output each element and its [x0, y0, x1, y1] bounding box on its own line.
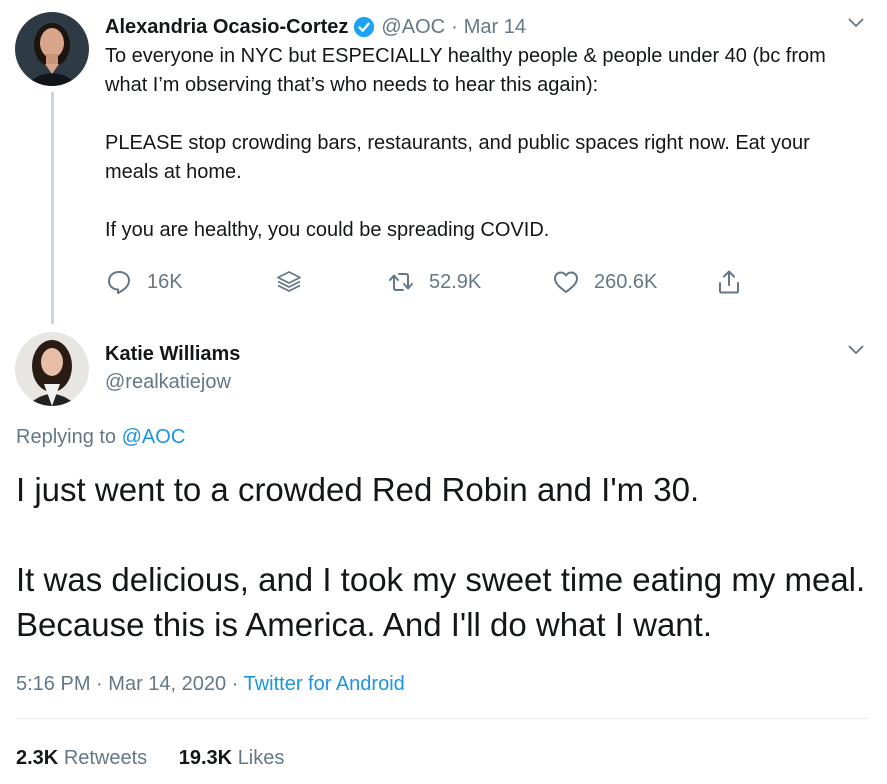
avatar[interactable] [15, 332, 89, 406]
reply-button[interactable]: 16K [105, 268, 183, 296]
tweet-paragraph: I just went to a crowded Red Robin and I… [16, 471, 700, 508]
reply-count: 16K [147, 270, 183, 293]
tweet-body: I just went to a crowded Red Robin and I… [16, 467, 866, 647]
retweets-label: Retweets [63, 747, 148, 769]
tweet-reply-header: Katie Williams @realkatiejow [105, 340, 240, 396]
likes-count: 19.3K [178, 747, 233, 769]
tweet-stats: 2.3K Retweets 19.3K Likes [16, 744, 310, 772]
replying-to: Replying to @AOC [16, 423, 185, 451]
replying-to-link[interactable]: @AOC [122, 426, 186, 448]
chevron-down-icon[interactable] [848, 345, 864, 355]
likes-label: Likes [237, 747, 285, 769]
share-icon [715, 268, 743, 296]
avatar[interactable] [15, 12, 89, 86]
divider [16, 718, 868, 719]
katie-avatar-image [15, 332, 89, 406]
meta-separator: · [231, 673, 239, 695]
header-separator: · [451, 16, 458, 38]
aoc-avatar-image [15, 12, 89, 86]
thread-connector-line [51, 92, 54, 324]
tweet-header: Alexandria Ocasio-Cortez @AOC · Mar 14 [105, 12, 865, 42]
reply-icon [105, 268, 133, 296]
tweet-paragraph: To everyone in NYC but ESPECIALLY health… [105, 45, 826, 96]
tweet-original: Alexandria Ocasio-Cortez @AOC · Mar 14 T… [105, 12, 865, 245]
tweet-paragraph: It was delicious, and I took my sweet ti… [16, 561, 866, 643]
tweet-paragraph: PLEASE stop crowding bars, restaurants, … [105, 132, 810, 183]
author-handle[interactable]: @realkatiejow [105, 368, 240, 396]
like-count: 260.6K [594, 270, 658, 293]
layers-button[interactable] [275, 268, 303, 296]
retweet-icon [387, 268, 415, 296]
share-button[interactable] [715, 268, 743, 296]
retweets-count: 2.3K [16, 747, 59, 769]
tweet-full-date[interactable]: Mar 14, 2020 [108, 673, 226, 695]
tweet-meta: 5:16 PM · Mar 14, 2020 · Twitter for And… [16, 670, 405, 698]
layers-icon [275, 268, 303, 296]
author-handle[interactable]: @AOC [381, 12, 445, 42]
replying-prefix: Replying to [16, 426, 117, 448]
tweet-paragraph: If you are healthy, you could be spreadi… [105, 219, 550, 241]
verified-icon [353, 16, 375, 38]
retweet-count: 52.9K [429, 270, 482, 293]
meta-separator: · [96, 673, 103, 695]
like-button[interactable]: 260.6K [552, 268, 657, 296]
tweet-time[interactable]: 5:16 PM [16, 673, 90, 695]
retweets-stat[interactable]: 2.3K Retweets [16, 744, 147, 772]
tweet-body: To everyone in NYC but ESPECIALLY health… [105, 42, 865, 245]
tweet-date[interactable]: Mar 14 [464, 12, 526, 42]
likes-stat[interactable]: 19.3K Likes [179, 744, 285, 772]
chevron-down-icon[interactable] [848, 18, 864, 28]
author-name[interactable]: Katie Williams [105, 340, 240, 368]
author-name[interactable]: Alexandria Ocasio-Cortez [105, 12, 348, 42]
tweet-source-link[interactable]: Twitter for Android [244, 673, 405, 695]
tweet-actions: 16K 52.9K 260.6K [105, 268, 765, 300]
retweet-button[interactable]: 52.9K [387, 268, 481, 296]
like-icon [552, 268, 580, 296]
